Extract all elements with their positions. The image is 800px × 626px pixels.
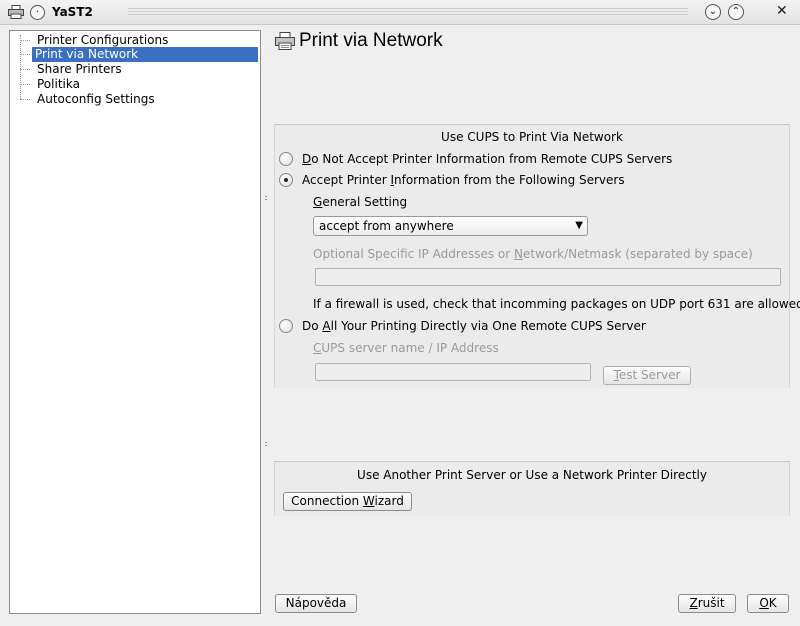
tree-item-share-printers[interactable]: Share Printers [20,62,258,77]
accelerator-key: W [362,494,375,508]
tree-branch [20,54,30,55]
cups-group-title: Use CUPS to Print Via Network [441,130,623,144]
label-text: nformation from the Following Servers [394,173,625,187]
navigation-tree[interactable]: Printer Configurations Print via Network… [9,30,261,614]
radio-remote-cups-server-label[interactable]: Do All Your Printing Directly via One Re… [302,319,646,333]
combo-value: accept from anywhere [319,219,454,233]
other-group-title: Use Another Print Server or Use a Networ… [357,468,707,482]
splitter-handle[interactable] [265,442,267,448]
label-text: Do [302,319,323,333]
tree-item-label: Share Printers [37,62,122,76]
tree-item-politika[interactable]: Politika [20,77,258,92]
cancel-button[interactable]: Zrušit [678,594,736,613]
radio-do-not-accept[interactable] [279,152,293,166]
tree-item-print-via-network[interactable]: Print via Network [20,47,258,62]
tree-branch [20,69,30,70]
label-text: o Not Accept Printer Information from Re… [311,152,673,166]
label-text: Optional Specific IP Addresses or [313,247,514,261]
label-text: ll Your Printing Directly via One Remote… [330,319,646,333]
label-text: K [768,596,777,610]
tree-branch [20,40,30,41]
accelerator-key: G [313,195,323,209]
tree-item-label: Printer Configurations [37,33,169,47]
minimize-button[interactable]: ⌄ [705,4,721,20]
radio-remote-cups-server[interactable] [279,319,293,333]
accelerator-key: Z [689,596,698,610]
firewall-note: If a firewall is used, check that incomm… [313,297,800,311]
test-server-button[interactable]: Test Server [603,366,691,385]
cups-server-label: CUPS server name / IP Address [313,341,499,355]
label-text: Connection [291,494,363,508]
printer-icon [275,32,295,50]
maximize-button[interactable]: ⌃ [728,4,744,20]
window-title: YaST2 [52,5,93,19]
label-text: est Server [618,368,681,382]
optional-addresses-label: Optional Specific IP Addresses or Networ… [313,247,753,261]
accelerator-key: N [514,247,523,261]
label-text: izard [374,494,404,508]
accelerator-key: A [322,319,331,333]
tree-item-printer-configurations[interactable]: Printer Configurations [20,33,258,48]
cups-server-input[interactable] [315,363,591,381]
label-text: rušit [697,596,725,610]
tree-branch [20,84,30,85]
label-text: Accept Printer [302,173,391,187]
titlebar-decoration [128,8,688,17]
tree-branch [20,99,30,100]
optional-addresses-input[interactable] [315,268,781,286]
window-menu-icon[interactable]: · [30,5,45,20]
tree-item-label: Autoconfig Settings [37,92,155,106]
radio-accept-from-servers-label[interactable]: Accept Printer Information from the Foll… [302,173,625,187]
label-text: UPS server name / IP Address [321,341,499,355]
label-text: eneral Setting [322,195,408,209]
tree-item-label: Politika [37,77,80,91]
splitter-handle[interactable] [265,196,267,202]
chevron-down-icon[interactable]: ▼ [575,217,583,235]
page-title: Print via Network [299,30,443,51]
close-button[interactable]: ✕ [776,3,788,19]
tree-item-autoconfig-settings[interactable]: Autoconfig Settings [20,92,258,107]
radio-do-not-accept-label[interactable]: Do Not Accept Printer Information from R… [302,152,672,166]
help-button[interactable]: Nápověda [275,594,357,613]
printer-icon[interactable] [8,5,24,19]
general-setting-label: General Setting [313,195,407,209]
general-setting-combo[interactable]: accept from anywhere ▼ [313,216,588,236]
accelerator-key: D [302,152,312,166]
connection-wizard-button[interactable]: Connection Wizard [283,492,412,511]
radio-accept-from-servers[interactable] [279,173,293,187]
accelerator-key: O [759,596,769,610]
ok-button[interactable]: OK [747,594,789,613]
window-titlebar[interactable]: · YaST2 ⌄ ⌃ ✕ [0,0,800,25]
tree-item-label: Print via Network [32,47,258,62]
label-text: etwork/Netmask (separated by space) [522,247,753,261]
